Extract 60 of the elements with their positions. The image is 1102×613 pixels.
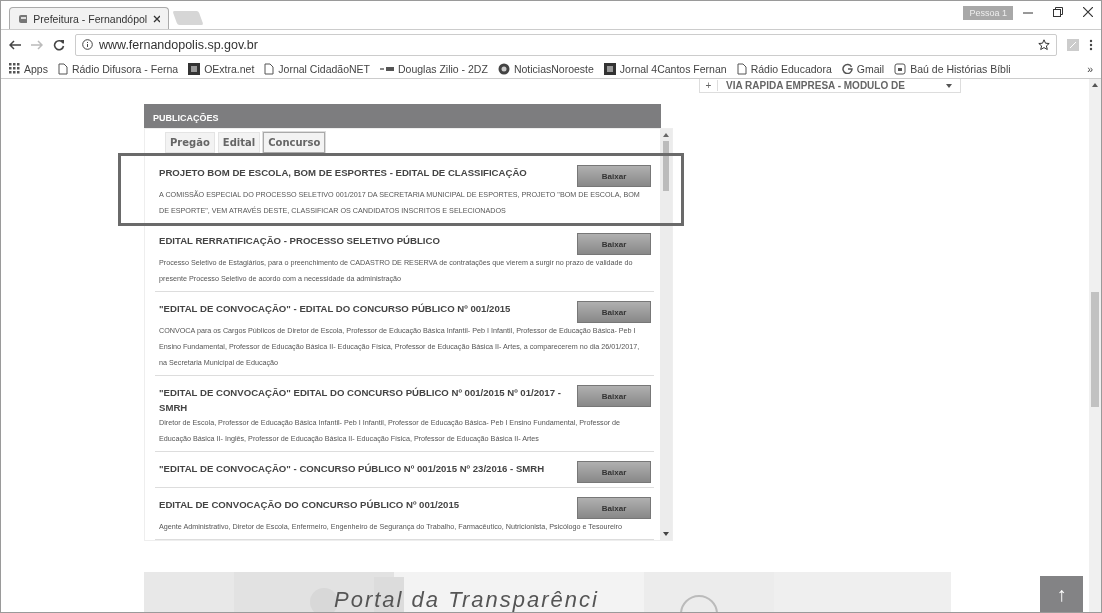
publication-title: EDITAL RERRATIFICAÇÃO - PROCESSO SELETIVO PÚBLICO bbox=[159, 234, 441, 248]
site-icon bbox=[18, 13, 28, 24]
banner-title: Portal da Transparênci bbox=[334, 588, 599, 612]
apps-icon bbox=[9, 63, 20, 74]
url-text: www.fernandopolis.sp.gov.br bbox=[99, 37, 259, 52]
back-icon[interactable] bbox=[9, 39, 21, 50]
address-bar[interactable]: www.fernandopolis.sp.gov.br bbox=[75, 33, 1057, 56]
panel-header: PUBLICAÇÕES bbox=[144, 104, 661, 128]
bookmark[interactable]: Jornal 4Cantos Fernan bbox=[603, 62, 727, 75]
info-icon bbox=[82, 39, 93, 50]
bookmark[interactable]: OExtra.net bbox=[188, 62, 255, 75]
back-to-top-button[interactable]: ↑ bbox=[1040, 576, 1083, 612]
bookmark[interactable]: NoticiasNoroeste bbox=[497, 62, 594, 75]
bookmark-icon bbox=[894, 62, 907, 75]
page-icon bbox=[264, 62, 275, 75]
menu-icon[interactable] bbox=[1089, 38, 1093, 51]
bookmark[interactable]: Jornal CidadãoNET bbox=[264, 62, 370, 75]
tab[interactable]: Edital bbox=[217, 132, 261, 153]
publication-title: "EDITAL DE CONVOCAÇÃO" - CONCURSO PÚBLICO Nº 001/2015 Nº 23/2016 - SMRH bbox=[159, 462, 546, 476]
close-icon[interactable] bbox=[153, 14, 160, 23]
scroll-down-icon[interactable] bbox=[663, 532, 669, 536]
dropdown-label: VIA RAPIDA EMPRESA - MODULO DE bbox=[725, 80, 906, 91]
bookmark[interactable]: Apps bbox=[9, 62, 48, 75]
publication-title: PROJETO BOM DE ESCOLA, BOM DE ESPORTES - EDITAL DE CLASSIFICAÇÃO bbox=[159, 166, 528, 180]
publication-title: EDITAL DE CONVOCAÇÃO DO CONCURSO PÚBLICO Nº 001/2015 bbox=[159, 498, 461, 512]
more-bookmarks[interactable]: » bbox=[1087, 62, 1093, 75]
scrollbar-thumb[interactable] bbox=[663, 141, 669, 191]
logo-icon bbox=[188, 62, 201, 75]
google-icon bbox=[841, 63, 853, 74]
dropdown[interactable]: + VIA RAPIDA EMPRESA - MODULO DE bbox=[699, 79, 961, 93]
bookmark[interactable]: Douglas Zilio - 2DZ bbox=[380, 62, 488, 75]
close-icon[interactable] bbox=[1083, 7, 1093, 17]
reload-icon[interactable] bbox=[53, 38, 65, 51]
bookmark[interactable]: Gmail bbox=[841, 62, 885, 75]
publication-title: "EDITAL DE CONVOCAÇÃO" - EDITAL DO CONCURSO PÚBLICO Nº 001/2015 bbox=[159, 302, 512, 316]
logo-icon bbox=[380, 64, 394, 73]
download-button[interactable]: Baixar bbox=[577, 497, 652, 519]
bookmark[interactable]: Rádio Difusora - Ferna bbox=[57, 62, 179, 75]
bookmark[interactable]: Rádio Educadora bbox=[736, 62, 832, 75]
logo-icon bbox=[603, 62, 616, 75]
caret-icon bbox=[946, 83, 952, 88]
download-button[interactable]: Baixar bbox=[577, 301, 652, 323]
globe-icon bbox=[497, 62, 510, 75]
tab[interactable]: Pregão bbox=[165, 132, 215, 153]
page-icon bbox=[57, 62, 68, 75]
scroll-up-icon[interactable] bbox=[663, 133, 669, 137]
download-button[interactable]: Baixar bbox=[577, 461, 652, 483]
star-icon[interactable] bbox=[1038, 38, 1050, 51]
browser-tab[interactable]: Prefeitura - Fernandópol bbox=[9, 7, 169, 29]
download-button[interactable]: Baixar bbox=[577, 233, 652, 255]
page-icon bbox=[736, 62, 747, 75]
restore-icon[interactable] bbox=[1053, 7, 1063, 17]
tab-title: Prefeitura - Fernandópol bbox=[33, 12, 148, 25]
publication-title: "EDITAL DE CONVOCAÇÃO" EDITAL DO CONCURSO PÚBLICO Nº 001/2015 Nº 01/2017 - SMRH bbox=[159, 386, 562, 415]
download-button[interactable]: Baixar bbox=[577, 165, 652, 187]
tab[interactable]: Concurso bbox=[263, 132, 326, 153]
bookmark[interactable]: Baú de Histórias Bíbli bbox=[894, 62, 1011, 75]
download-button[interactable]: Baixar bbox=[577, 385, 652, 407]
scrollbar-thumb[interactable] bbox=[1091, 292, 1099, 407]
scroll-up-icon[interactable] bbox=[1092, 83, 1098, 87]
